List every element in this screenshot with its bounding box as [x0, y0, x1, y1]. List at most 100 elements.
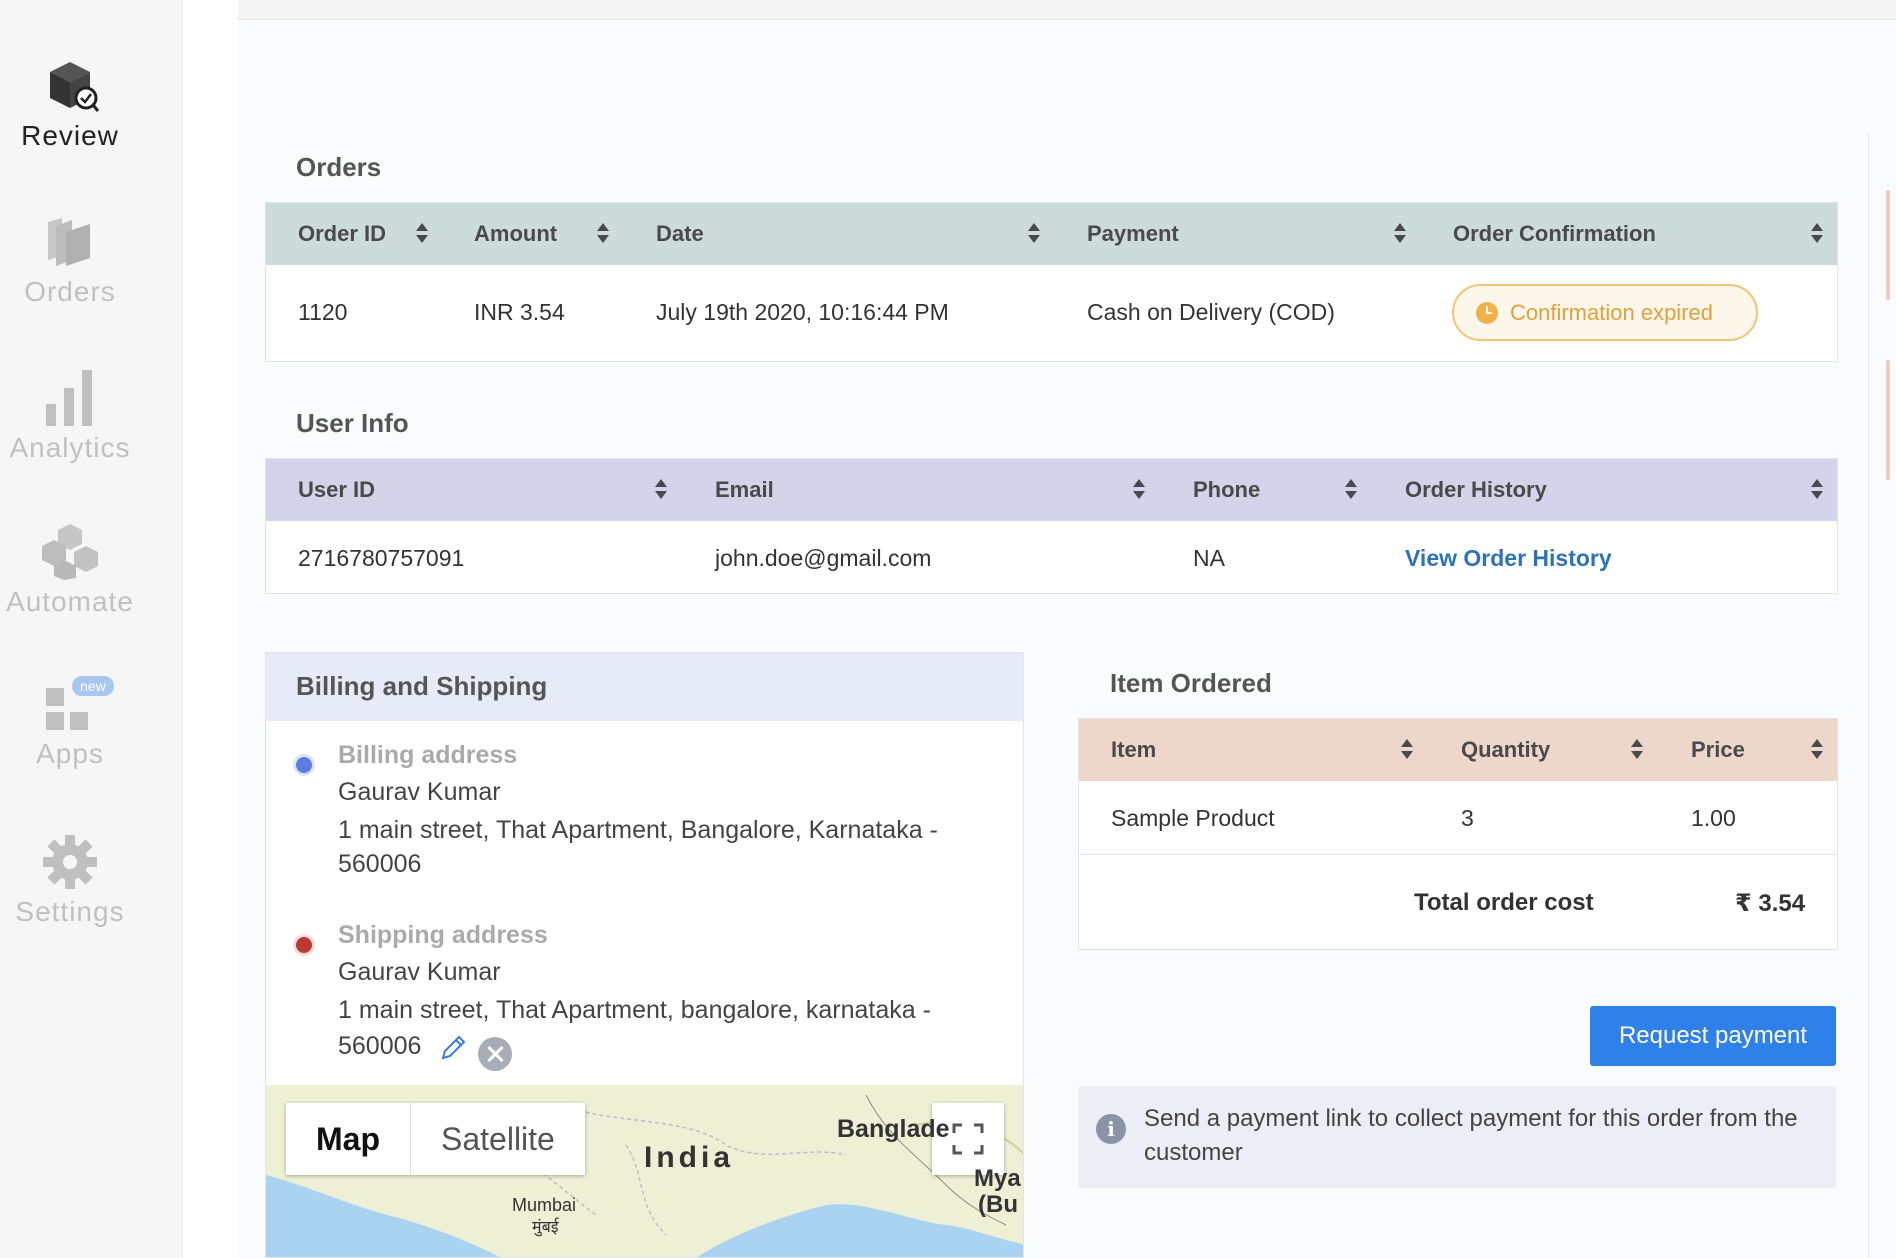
- item-ordered-table: Item Quantity Price Sample Product 3 1.0…: [1078, 718, 1838, 950]
- divider: [1868, 132, 1869, 1258]
- column-header-order-id: Order ID: [298, 221, 387, 246]
- phone-cell: NA: [1193, 545, 1225, 571]
- payment-cell: Cash on Delivery (COD): [1087, 299, 1335, 325]
- column-header-email: Email: [715, 477, 774, 502]
- orders-title: Orders: [296, 152, 382, 182]
- amount-cell: INR 3.54: [474, 299, 565, 325]
- sort-icon[interactable]: [597, 219, 609, 249]
- sort-icon[interactable]: [1028, 219, 1040, 249]
- column-header-price: Price: [1691, 737, 1745, 762]
- clock-icon: [1476, 302, 1498, 324]
- user-info-table-header: User ID Email Phone Order History: [266, 459, 1837, 521]
- map-label-bangladesh: Banglade: [837, 1115, 950, 1143]
- table-row: Sample Product 3 1.00: [1079, 781, 1837, 855]
- billing-address-label: Billing address: [338, 741, 518, 769]
- sidebar-item-review[interactable]: Review: [0, 58, 140, 152]
- map-type-control: Map Satellite: [286, 1103, 585, 1175]
- billing-shipping-header: Billing and Shipping: [266, 653, 1023, 721]
- side-indicator: [1886, 190, 1890, 300]
- info-text: Send a payment link to collect payment f…: [1144, 1105, 1798, 1166]
- shipping-address-line1: 1 main street, That Apartment, bangalore…: [338, 996, 931, 1024]
- sidebar-item-analytics[interactable]: Analytics: [0, 368, 140, 464]
- sort-icon[interactable]: [1811, 735, 1823, 765]
- sort-icon[interactable]: [1401, 735, 1413, 765]
- map-label-mumbai-hindi: मुंबई: [532, 1219, 559, 1236]
- sidebar-item-label: Review: [21, 120, 119, 151]
- user-id-cell: 2716780757091: [298, 545, 465, 571]
- sidebar-item-label: Automate: [6, 586, 134, 617]
- sort-icon[interactable]: [1811, 219, 1823, 249]
- sidebar-item-label: Apps: [36, 738, 104, 769]
- user-info-table: User ID Email Phone Order History 271678…: [265, 458, 1838, 594]
- shipping-dot-icon: [296, 937, 312, 953]
- user-info-title: User Info: [296, 408, 409, 438]
- sort-icon[interactable]: [1631, 735, 1643, 765]
- sort-icon[interactable]: [416, 219, 428, 249]
- column-header-date: Date: [656, 221, 704, 246]
- info-icon: i: [1096, 1114, 1126, 1144]
- cubes-icon: [42, 524, 98, 580]
- item-table-header: Item Quantity Price: [1079, 719, 1837, 781]
- box-review-icon: [50, 62, 100, 112]
- sidebar-item-orders[interactable]: Orders: [0, 214, 140, 308]
- sidebar-item-label: Orders: [24, 276, 116, 307]
- column-header-order-history: Order History: [1405, 477, 1547, 502]
- column-header-item: Item: [1111, 737, 1157, 762]
- map-label-burma: (Bu: [978, 1191, 1018, 1218]
- sort-icon[interactable]: [655, 475, 667, 505]
- new-badge: new: [72, 676, 114, 696]
- column-header-user-id: User ID: [298, 477, 376, 502]
- gear-icon: [43, 835, 97, 889]
- info-box: i Send a payment link to collect payment…: [1078, 1086, 1836, 1188]
- date-cell: July 19th 2020, 10:16:44 PM: [656, 299, 949, 325]
- bar-chart-icon: [46, 370, 92, 426]
- map[interactable]: Map Satellite India Banglade Mya (Bu Mum…: [266, 1085, 1023, 1257]
- request-payment-button[interactable]: Request payment: [1590, 1006, 1836, 1066]
- shipping-name: Gaurav Kumar: [338, 958, 501, 986]
- total-order-cost-label: Total order cost: [1414, 889, 1594, 916]
- column-header-phone: Phone: [1193, 477, 1261, 502]
- map-label-india: India: [644, 1141, 735, 1174]
- clear-address-icon[interactable]: [478, 1037, 512, 1071]
- view-order-history-link[interactable]: View Order History: [1405, 545, 1612, 572]
- edit-icon[interactable]: [438, 1033, 468, 1063]
- sort-icon[interactable]: [1345, 475, 1357, 505]
- sort-icon[interactable]: [1394, 219, 1406, 249]
- map-label-myanmar: Mya: [974, 1165, 1021, 1192]
- column-header-amount: Amount: [474, 221, 558, 246]
- map-label-mumbai: Mumbai: [512, 1195, 577, 1215]
- orders-table-header: Order ID Amount Date Payment Order Confi…: [266, 203, 1837, 265]
- item-ordered-title: Item Ordered: [1110, 668, 1272, 698]
- billing-dot-icon: [296, 757, 312, 773]
- sidebar-item-settings[interactable]: Settings: [0, 834, 140, 928]
- side-indicator: [1886, 360, 1890, 480]
- item-quantity-cell: 3: [1461, 805, 1474, 831]
- stacked-pages-icon: [48, 218, 90, 266]
- status-badge: Confirmation expired: [1452, 284, 1758, 341]
- item-name-cell: Sample Product: [1111, 805, 1275, 831]
- shipping-address-line2: 560006: [338, 1032, 422, 1060]
- order-id-cell: 1120: [298, 299, 348, 325]
- sort-icon[interactable]: [1133, 475, 1145, 505]
- sort-icon[interactable]: [1811, 475, 1823, 505]
- sidebar-item-label: Analytics: [9, 432, 131, 463]
- column-header-quantity: Quantity: [1461, 737, 1551, 762]
- sidebar-item-label: Settings: [15, 896, 125, 927]
- total-order-cost-value: ₹ 3.54: [1735, 890, 1806, 917]
- billing-shipping-panel: Billing and Shipping Billing address Gau…: [265, 652, 1024, 1258]
- item-price-cell: 1.00: [1691, 805, 1736, 831]
- status-badge-label: Confirmation expired: [1510, 300, 1713, 325]
- billing-address: 1 main street, That Apartment, Bangalore…: [338, 816, 938, 878]
- sidebar: Review Orders Analytics Automate new App…: [0, 0, 183, 1258]
- sidebar-item-apps[interactable]: new Apps: [0, 676, 140, 770]
- map-type-map-button[interactable]: Map: [286, 1103, 411, 1175]
- sidebar-item-automate[interactable]: Automate: [0, 522, 140, 618]
- top-bar: [238, 0, 1896, 20]
- column-header-order-confirmation: Order Confirmation: [1453, 221, 1656, 246]
- shipping-address-label: Shipping address: [338, 921, 548, 949]
- map-type-satellite-button[interactable]: Satellite: [411, 1103, 585, 1175]
- billing-shipping-title: Billing and Shipping: [296, 671, 548, 701]
- column-header-payment: Payment: [1087, 221, 1179, 246]
- email-cell: john.doe@gmail.com: [715, 545, 932, 571]
- billing-name: Gaurav Kumar: [338, 778, 501, 806]
